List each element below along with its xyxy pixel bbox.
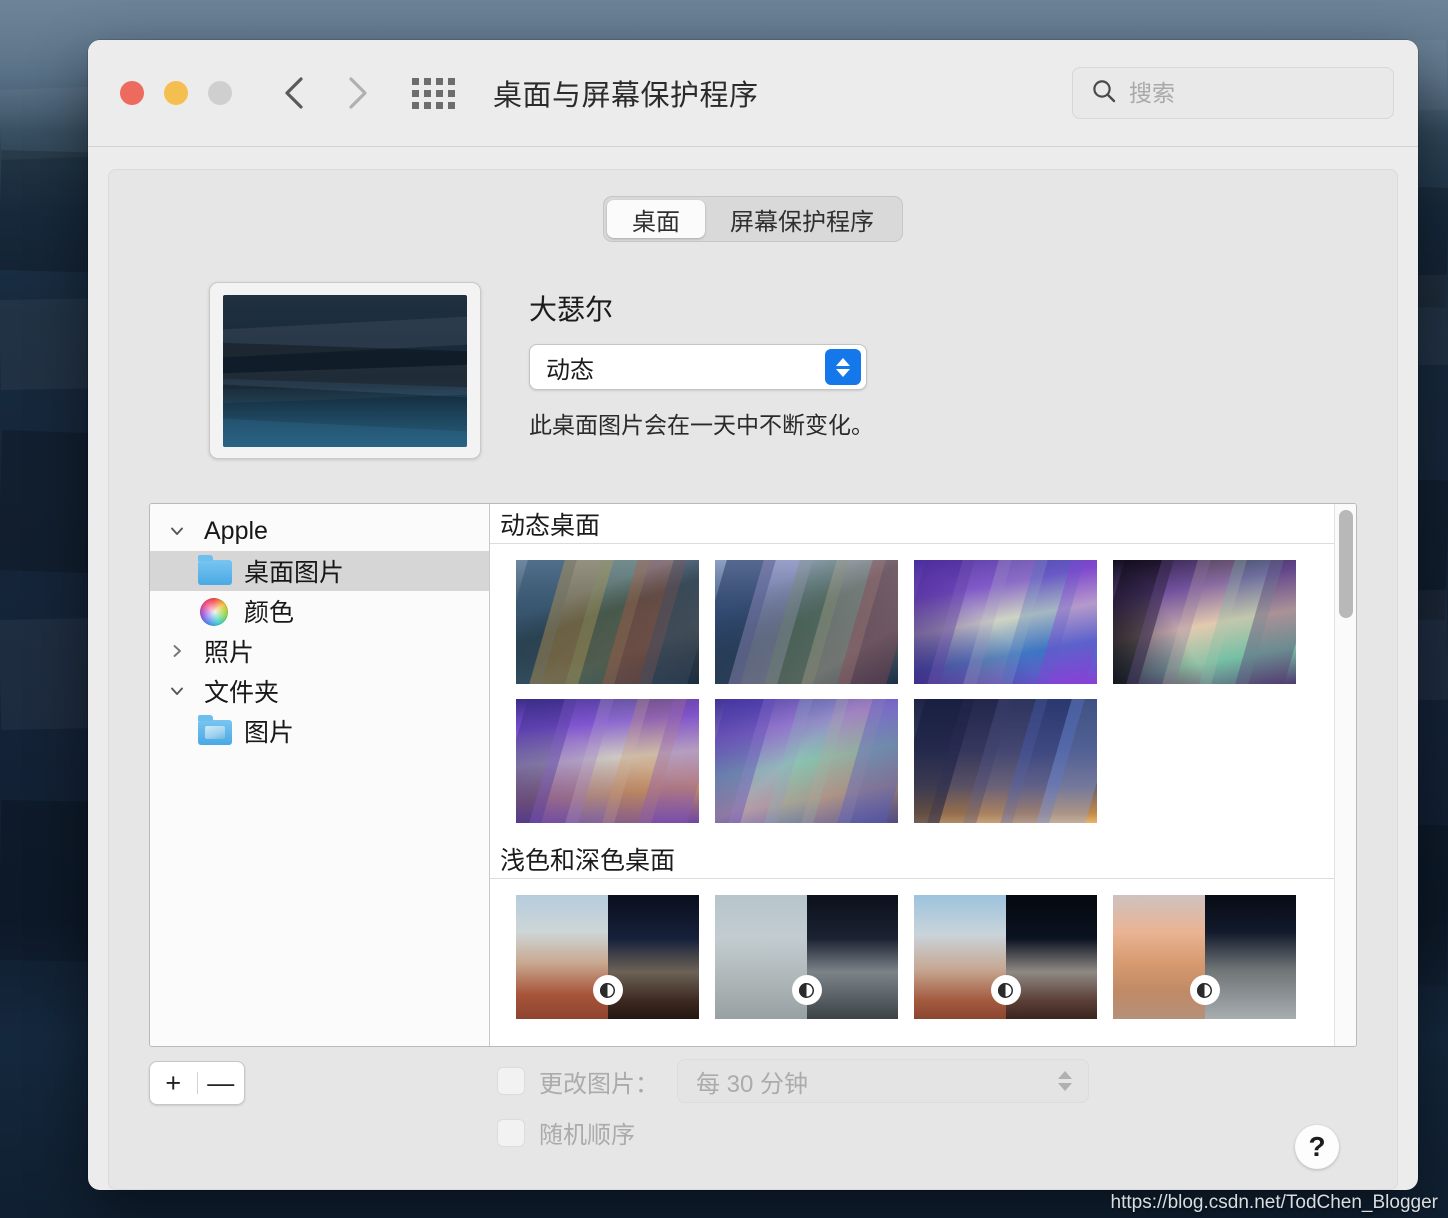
window-body: 桌面 屏幕保护程序 大瑟尔 动态	[88, 147, 1418, 1190]
traffic-light-buttons	[120, 81, 232, 105]
wallpaper-thumb-white-sands-4[interactable]	[1113, 895, 1296, 1019]
bottom-controls: + — 更改图片： 每 30 分钟	[149, 1047, 1357, 1177]
search-icon	[1091, 78, 1117, 109]
thumb-group-dynamic	[490, 544, 1334, 839]
sidebar-item-label: 颜色	[244, 593, 294, 629]
show-all-grid-icon[interactable]	[412, 78, 455, 109]
wallpaper-style-value: 动态	[546, 350, 594, 385]
color-wheel-icon	[198, 597, 232, 625]
change-picture-options: 更改图片： 每 30 分钟 随机顺序	[497, 1059, 1089, 1150]
back-chevron-icon[interactable]	[282, 73, 308, 113]
sidebar-item-folders[interactable]: 文件夹	[150, 671, 489, 711]
search-field[interactable]	[1072, 67, 1394, 119]
chevron-down-icon[interactable]	[162, 522, 192, 540]
help-button[interactable]: ?	[1295, 1125, 1339, 1169]
wallpaper-thumb-graphic-4[interactable]	[715, 699, 898, 823]
chevron-right-icon[interactable]	[162, 642, 192, 660]
light-dark-badge-icon	[991, 975, 1021, 1005]
tab-screensaver[interactable]: 屏幕保护程序	[705, 200, 899, 238]
gallery-scrollbar-thumb[interactable]	[1339, 510, 1353, 618]
chevron-down-icon[interactable]	[162, 682, 192, 700]
wallpaper-thumb-white-sands-3[interactable]	[914, 895, 1097, 1019]
light-dark-badge-icon	[593, 975, 623, 1005]
current-wallpaper-row: 大瑟尔 动态 此桌面图片会在一天中不断变化。	[149, 282, 1357, 459]
sidebar-item-desktop-pictures[interactable]: 桌面图片	[150, 551, 489, 591]
source-sidebar: Apple 桌面图片 颜色	[150, 504, 490, 1046]
light-dark-badge-icon	[1190, 975, 1220, 1005]
wallpaper-preview-image	[223, 295, 467, 447]
sidebar-item-label: 文件夹	[204, 673, 279, 709]
preferences-panel: 桌面 屏幕保护程序 大瑟尔 动态	[108, 169, 1398, 1190]
wallpaper-style-select[interactable]: 动态	[529, 344, 867, 390]
remove-folder-button[interactable]: —	[197, 1070, 244, 1097]
stepper-icon[interactable]	[825, 349, 861, 385]
wallpaper-grid[interactable]: 动态桌面	[490, 504, 1334, 1046]
change-picture-row: 更改图片： 每 30 分钟	[497, 1059, 1089, 1103]
wallpaper-style-description: 此桌面图片会在一天中不断变化。	[529, 406, 874, 440]
random-order-label: 随机顺序	[539, 1115, 635, 1150]
navigation-buttons	[282, 73, 370, 113]
close-button[interactable]	[120, 81, 144, 105]
light-dark-badge-icon	[792, 975, 822, 1005]
pictures-folder-icon	[198, 717, 232, 745]
wallpaper-preview-frame[interactable]	[209, 282, 481, 459]
wallpaper-thumb-graphic-3[interactable]	[516, 699, 699, 823]
wallpaper-browser: Apple 桌面图片 颜色	[149, 503, 1357, 1047]
wallpaper-thumb-graphic-2[interactable]	[1113, 560, 1296, 684]
change-interval-value: 每 30 分钟	[696, 1064, 808, 1099]
change-interval-select[interactable]: 每 30 分钟	[677, 1059, 1089, 1103]
wallpaper-thumb-solar-gradients[interactable]	[914, 699, 1097, 823]
tab-desktop[interactable]: 桌面	[607, 200, 705, 238]
system-preferences-window: 桌面与屏幕保护程序 桌面 屏幕保护程序	[88, 40, 1418, 1190]
wallpaper-thumb-catalina[interactable]	[715, 560, 898, 684]
forward-chevron-icon[interactable]	[344, 73, 370, 113]
folder-icon	[198, 557, 232, 585]
add-remove-folder-buttons: + —	[149, 1061, 245, 1105]
sidebar-item-colors[interactable]: 颜色	[150, 591, 489, 631]
change-picture-label: 更改图片：	[539, 1064, 659, 1099]
gallery-scrollbar[interactable]	[1334, 504, 1356, 1046]
search-input[interactable]	[1129, 80, 1369, 107]
sidebar-item-label: Apple	[204, 517, 268, 546]
zoom-button[interactable]	[208, 81, 232, 105]
preview-water	[223, 389, 467, 447]
add-folder-button[interactable]: +	[150, 1070, 197, 1097]
section-header-light-dark: 浅色和深色桌面	[490, 839, 1334, 879]
chevron-updown-icon	[1058, 1071, 1072, 1091]
page-title: 桌面与屏幕保护程序	[493, 72, 759, 114]
watermark-text: https://blog.csdn.net/TodChen_Blogger	[1111, 1192, 1438, 1214]
minimize-button[interactable]	[164, 81, 188, 105]
wallpaper-thumb-graphic-1[interactable]	[914, 560, 1097, 684]
sidebar-item-label: 照片	[204, 633, 254, 669]
section-header-dynamic: 动态桌面	[490, 504, 1334, 544]
wallpaper-grid-scroll: 动态桌面	[490, 504, 1334, 1046]
sidebar-item-apple[interactable]: Apple	[150, 511, 489, 551]
sidebar-item-label: 图片	[244, 713, 294, 749]
window-titlebar: 桌面与屏幕保护程序	[88, 40, 1418, 147]
tab-bar: 桌面 屏幕保护程序	[603, 196, 903, 242]
wallpaper-thumb-white-sands-1[interactable]	[516, 895, 699, 1019]
thumb-group-light-dark	[490, 879, 1334, 1035]
sidebar-item-pictures[interactable]: 图片	[150, 711, 489, 751]
wallpaper-meta: 大瑟尔 动态 此桌面图片会在一天中不断变化。	[529, 282, 874, 459]
sidebar-item-label: 桌面图片	[244, 553, 344, 589]
wallpaper-thumb-white-sands-2[interactable]	[715, 895, 898, 1019]
random-order-checkbox[interactable]	[497, 1119, 525, 1147]
sidebar-item-photos[interactable]: 照片	[150, 631, 489, 671]
wallpaper-thumb-big-sur[interactable]	[516, 560, 699, 684]
change-picture-checkbox[interactable]	[497, 1067, 525, 1095]
random-order-row: 随机顺序	[497, 1115, 1089, 1150]
wallpaper-name: 大瑟尔	[529, 288, 874, 328]
